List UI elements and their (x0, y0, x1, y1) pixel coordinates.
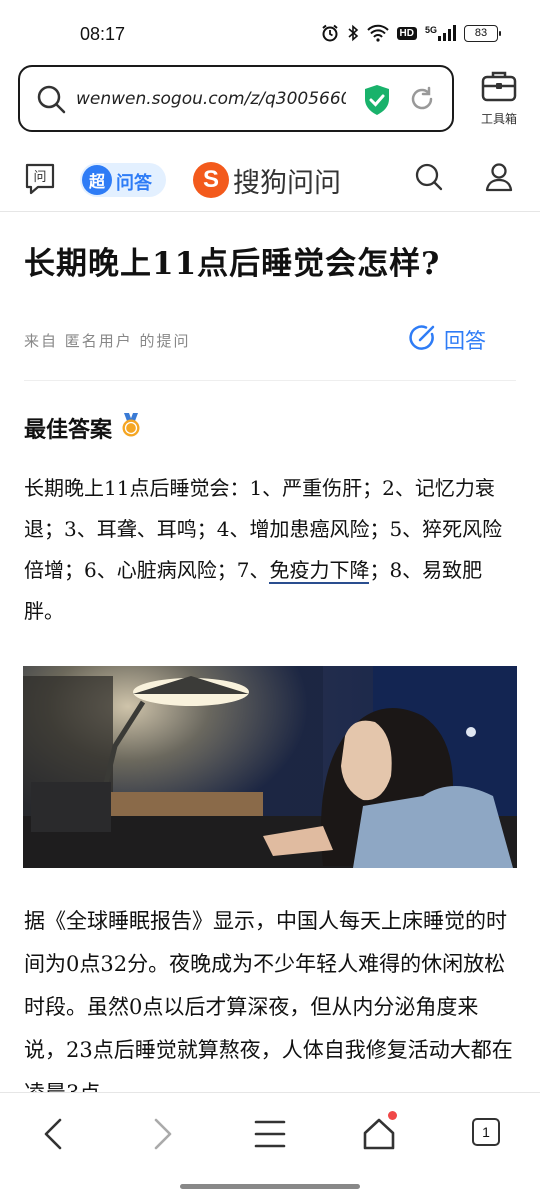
qa-icon[interactable]: 问 (24, 162, 56, 200)
answer-body: 据《全球睡眠报告》显示，中国人每天上床睡觉的时间为0点32分。夜晚成为不少年轻人… (24, 909, 513, 1105)
chao-circle: 超 (82, 165, 112, 195)
reload-icon[interactable] (408, 85, 436, 117)
immunity-link[interactable]: 免疫力下降 (269, 558, 370, 584)
forward-icon[interactable] (148, 1117, 176, 1155)
pen-icon (408, 324, 436, 356)
bluetooth-icon (347, 24, 359, 42)
battery-icon: 83 (464, 24, 501, 42)
wifi-icon (366, 24, 389, 42)
answer-summary: 长期晚上11点后睡觉会：1、严重伤肝；2、记忆力衰退；3、耳聋、耳鸣；4、增加患… (24, 468, 520, 632)
search-icon (36, 84, 66, 118)
notification-dot (388, 1111, 397, 1120)
alarm-icon (321, 24, 339, 42)
answer-photo (23, 666, 517, 868)
chao-label: 问答 (116, 173, 152, 194)
shield-check-icon[interactable] (363, 84, 391, 120)
status-icons: HD 5G 83 (321, 24, 501, 42)
answer-button-label: 回答 (444, 329, 486, 353)
question-title: 长期晚上11点后睡觉会怎样? (24, 246, 441, 282)
address-bar[interactable]: wenwen.sogou.com/z/q3005660 ··· (18, 65, 454, 132)
home-icon[interactable] (362, 1111, 397, 1155)
tabs-icon[interactable]: 1 (472, 1118, 500, 1146)
toolbox-icon (481, 71, 517, 106)
status-time: 08:17 (80, 24, 126, 44)
toolbox-label: 工具箱 (480, 112, 517, 126)
site-nav: 问 超 问答 S 搜狗问问 (0, 150, 540, 212)
logo-letter: S (193, 162, 229, 198)
chao-qa-badge[interactable]: 超 问答 (80, 163, 166, 197)
search-icon[interactable] (414, 162, 444, 196)
medal-icon (120, 412, 142, 444)
asker-info: 来自 匿名用户 的提问 (24, 332, 191, 350)
best-answer-label: 最佳答案 (24, 418, 113, 443)
status-bar: 08:17 HD 5G 83 (0, 0, 540, 60)
home-indicator[interactable] (180, 1184, 360, 1189)
answer-button[interactable]: 回答 (408, 324, 486, 356)
sogou-logo[interactable]: S 搜狗问问 (193, 160, 341, 200)
divider (24, 380, 516, 381)
url-text[interactable]: wenwen.sogou.com/z/q3005660 ··· (76, 89, 346, 109)
hd-icon: HD (396, 26, 417, 40)
menu-icon[interactable] (254, 1117, 286, 1155)
logo-text: 搜狗问问 (233, 167, 341, 199)
user-icon[interactable] (484, 162, 514, 196)
best-answer-heading: 最佳答案 (24, 412, 142, 444)
svg-text:问: 问 (33, 170, 46, 185)
signal-5g-icon: 5G (425, 25, 456, 41)
back-icon[interactable] (40, 1117, 68, 1155)
toolbox-button[interactable]: 工具箱 (472, 70, 526, 127)
